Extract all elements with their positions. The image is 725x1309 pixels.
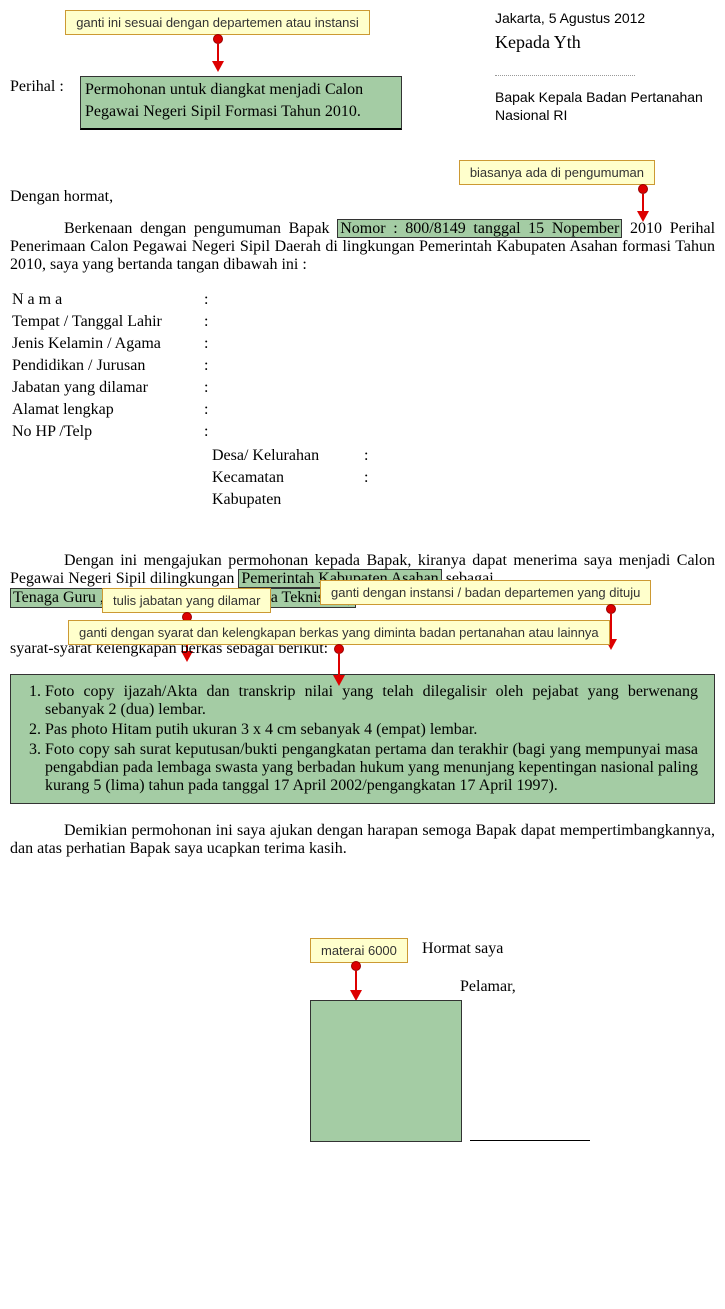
callout-reqs: ganti dengan syarat dan kelengkapan berk… <box>68 620 610 645</box>
perihal-label: Perihal : <box>10 76 80 96</box>
signature-box <box>310 1000 462 1142</box>
req-item: Foto copy sah surat keputusan/bukti peng… <box>45 741 698 795</box>
signature-line <box>470 1140 590 1141</box>
hormat-saya: Hormat saya <box>422 940 503 958</box>
arrow-icon <box>68 645 610 686</box>
p1-nomor: Nomor : 800/8149 tanggal 15 Nopember <box>337 219 622 238</box>
callout-agency: ganti dengan instansi / badan departemen… <box>320 580 651 605</box>
requirements-box: Foto copy ijazah/Akta dan transkrip nila… <box>10 674 715 804</box>
p1-a: Berkenaan dengan pengumuman Bapak <box>64 220 337 237</box>
closing: Demikian permohonan ini saya ajukan deng… <box>10 822 715 857</box>
perihal-text: Permohonan untuk diangkat menjadi Calon … <box>80 76 402 130</box>
callout-stamp: materai 6000 <box>310 938 408 963</box>
date: Jakarta, 5 Agustus 2012 <box>495 10 715 26</box>
callout-job: tulis jabatan yang dilamar <box>102 588 271 613</box>
pelamar: Pelamar, <box>460 978 516 996</box>
recipient: Bapak Kepala Badan Pertanahan Nasional R… <box>495 88 715 124</box>
address-subfields: Desa/ Kelurahan: Kecamatan: Kabupaten <box>210 444 376 512</box>
kepada-yth: Kepada Yth <box>495 32 715 53</box>
arrow-icon <box>350 962 362 1001</box>
req-item: Foto copy ijazah/Akta dan transkrip nila… <box>45 683 698 719</box>
req-item: Pas photo Hitam putih ukuran 3 x 4 cm se… <box>45 721 698 739</box>
salutation: Dengan hormat, <box>10 188 715 206</box>
callout-dept: ganti ini sesuai dengan departemen atau … <box>65 10 370 35</box>
callout-announce: biasanya ada di pengumuman <box>459 160 655 185</box>
arrow-icon <box>10 35 425 72</box>
bio-fields: N a m a: Tempat / Tanggal Lahir: Jenis K… <box>10 288 218 444</box>
